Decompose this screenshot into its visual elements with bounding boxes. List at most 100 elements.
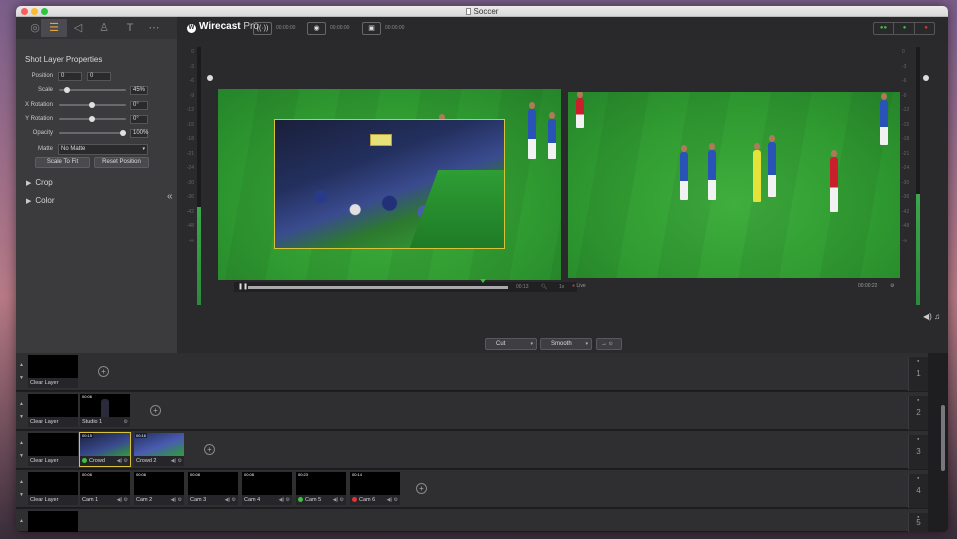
reset-position-button[interactable]: Reset Position — [94, 157, 149, 168]
shot-cam-1[interactable]: 00:06 Cam 1 ◀) ⚙ — [80, 472, 130, 505]
layer-reorder-control[interactable]: ▲ ▼ — [19, 398, 24, 424]
matte-label: Matte — [37, 146, 53, 152]
shot-studio-1[interactable]: 00:06 Studio 1 ⚙ — [80, 394, 130, 427]
preview-live-area: 0 -3 -6 -9 -12 -15 -18 -21 -24 -30 -36 -42 -48 -∞ ❚❚ … — [177, 41, 948, 353]
pause-icon[interactable]: ❚❚ — [238, 283, 248, 290]
window-title: Soccer — [16, 6, 948, 17]
collapse-panel-icon[interactable]: « — [167, 191, 173, 202]
opacity-slider[interactable] — [59, 132, 126, 134]
shot-settings-icon[interactable]: ◀) ⚙ — [387, 495, 398, 505]
crowd-shot-layer[interactable] — [274, 119, 505, 249]
add-shot-button[interactable]: + — [98, 366, 109, 377]
layer-visibility-icon[interactable]: ● — [917, 515, 919, 519]
go-options-icon: ⊙ — [608, 341, 613, 347]
shot-cam-3[interactable]: 00:08 Cam 3 ◀) ⚙ — [188, 472, 238, 505]
opacity-field[interactable]: 100% — [130, 129, 148, 138]
shot-settings-icon[interactable]: ◀) ⚙ — [279, 495, 290, 505]
live-volume-knob[interactable] — [923, 75, 929, 81]
playback-speed[interactable]: 1x — [559, 284, 564, 290]
shot-settings-icon[interactable]: ◀) ⚙ — [171, 456, 182, 466]
scale-field[interactable]: 45% — [130, 86, 148, 95]
clear-layer-shot[interactable]: Clear Layer — [28, 394, 78, 427]
shot-cam-4[interactable]: 00:08 Cam 4 ◀) ⚙ — [242, 472, 292, 505]
zoom-icon[interactable]: 🔍︎ — [541, 284, 547, 290]
layer-number[interactable]: ● 4 — [908, 474, 928, 508]
iso-status-icon[interactable]: ● — [916, 23, 936, 34]
shot-settings-icon[interactable]: ◀) ⚙ — [117, 456, 128, 466]
scale-slider-knob[interactable] — [64, 87, 70, 93]
text-icon[interactable]: T — [117, 19, 143, 37]
add-shot-button[interactable]: + — [150, 405, 161, 416]
x-rotation-field[interactable]: 0° — [130, 101, 148, 110]
stream-status-icon[interactable]: ●● — [874, 23, 894, 34]
layer-reorder-control[interactable]: ▲ ▼ — [19, 476, 24, 502]
live-settings-icon[interactable]: ⚙ — [890, 283, 894, 289]
speaker-icon[interactable]: ◀) — [923, 312, 932, 321]
layer-reorder-control[interactable]: ▲ ▼ — [19, 359, 24, 385]
layer-visibility-icon[interactable]: ● — [917, 476, 919, 480]
preview-volume-knob[interactable] — [207, 75, 213, 81]
color-section[interactable]: ▶ Color — [26, 196, 55, 205]
playback-scrubber[interactable] — [248, 286, 508, 289]
broadcast-icon[interactable]: ((·)) — [253, 22, 272, 35]
clear-layer-shot[interactable]: Clear Layer — [28, 472, 78, 505]
layers-scrollbar[interactable] — [941, 405, 945, 471]
position-x-field[interactable]: 0 — [58, 72, 82, 81]
add-shot-button[interactable]: + — [204, 444, 215, 455]
top-toolbar: W Wirecast Pro ((·)) 00:00:00 ◉ 00:00:00 … — [177, 17, 948, 41]
meter-level — [916, 194, 920, 305]
cut-transition-select[interactable]: Cut ▾ — [485, 338, 537, 350]
layer-visibility-icon[interactable]: ● — [917, 359, 919, 363]
clear-layer-shot[interactable]: Clear Layer — [28, 355, 78, 388]
layer-number[interactable]: ● 1 — [908, 357, 928, 391]
panel-title: Shot Layer Properties — [25, 55, 103, 64]
iso-record-icon[interactable]: ▣ — [362, 22, 381, 35]
layer-number[interactable]: ● 2 — [908, 396, 928, 430]
scale-to-fit-button[interactable]: Scale To Fit — [35, 157, 90, 168]
shot-crowd[interactable]: 00:15 Crowd ◀) ⚙ — [79, 432, 131, 467]
layer-number[interactable]: ● 3 — [908, 435, 928, 469]
crop-section[interactable]: ▶ Crop — [26, 178, 53, 187]
more-icon[interactable]: ⋯ — [141, 19, 167, 37]
clear-layer-shot[interactable] — [28, 511, 78, 532]
opacity-label: Opacity — [32, 130, 53, 136]
audio-icon[interactable]: ◁ — [65, 19, 91, 37]
shot-crowd-2[interactable]: 00:16 Crowd 2 ◀) ⚙ — [134, 433, 184, 466]
user-icon[interactable]: ♙ — [91, 19, 117, 37]
shot-cam-2[interactable]: 00:06 Cam 2 ◀) ⚙ — [134, 472, 184, 505]
layer-visibility-icon[interactable]: ● — [917, 398, 919, 402]
layer-properties-icon[interactable]: ☰ — [41, 19, 67, 37]
properties-panel: ◎ ☰ ◁ ♙ T ⋯ Shot Layer Properties Positi… — [16, 17, 177, 353]
stream-time: 00:00:00 — [276, 25, 296, 31]
layer-visibility-icon[interactable]: ● — [917, 437, 919, 441]
headphones-icon[interactable]: ♫ — [934, 312, 940, 321]
layer-number[interactable]: ● 5 — [908, 513, 928, 532]
smooth-transition-select[interactable]: Smooth ▾ — [540, 338, 592, 350]
record-icon[interactable]: ◉ — [307, 22, 326, 35]
shot-settings-icon[interactable]: ◀) ⚙ — [171, 495, 182, 505]
clear-layer-shot[interactable]: Clear Layer — [28, 433, 78, 466]
shot-settings-icon[interactable]: ◀) ⚙ — [333, 495, 344, 505]
position-y-field[interactable]: 0 — [87, 72, 111, 81]
playhead-marker-icon[interactable] — [480, 279, 486, 283]
x-rotation-slider-knob[interactable] — [89, 102, 95, 108]
y-rotation-slider-knob[interactable] — [89, 116, 95, 122]
x-rotation-label: X Rotation — [24, 102, 53, 108]
add-shot-button[interactable]: + — [416, 483, 427, 494]
preview-monitor[interactable] — [218, 89, 561, 280]
shot-settings-icon[interactable]: ◀) ⚙ — [225, 495, 236, 505]
shot-cam-5[interactable]: 00:23 Cam 5 ◀) ⚙ — [296, 472, 346, 505]
opacity-slider-knob[interactable] — [120, 130, 126, 136]
layer-reorder-control[interactable]: ▲ — [19, 515, 24, 528]
live-monitor[interactable] — [568, 92, 900, 278]
layer-reorder-control[interactable]: ▲ ▼ — [19, 437, 24, 463]
go-button[interactable]: → ⊙ — [596, 338, 622, 350]
matte-select[interactable]: No Matte ▾ — [58, 144, 148, 155]
shot-cam-6[interactable]: 00:14 Cam 6 ◀) ⚙ — [350, 472, 400, 505]
y-rotation-field[interactable]: 0° — [130, 115, 148, 124]
shot-settings-icon[interactable]: ⚙ — [124, 417, 128, 427]
wirecast-logo-icon: W — [187, 24, 196, 33]
shot-settings-icon[interactable]: ◀) ⚙ — [117, 495, 128, 505]
layer-5: ▲ ● 5 — [16, 509, 928, 532]
record-status-icon[interactable]: ● — [895, 23, 915, 34]
